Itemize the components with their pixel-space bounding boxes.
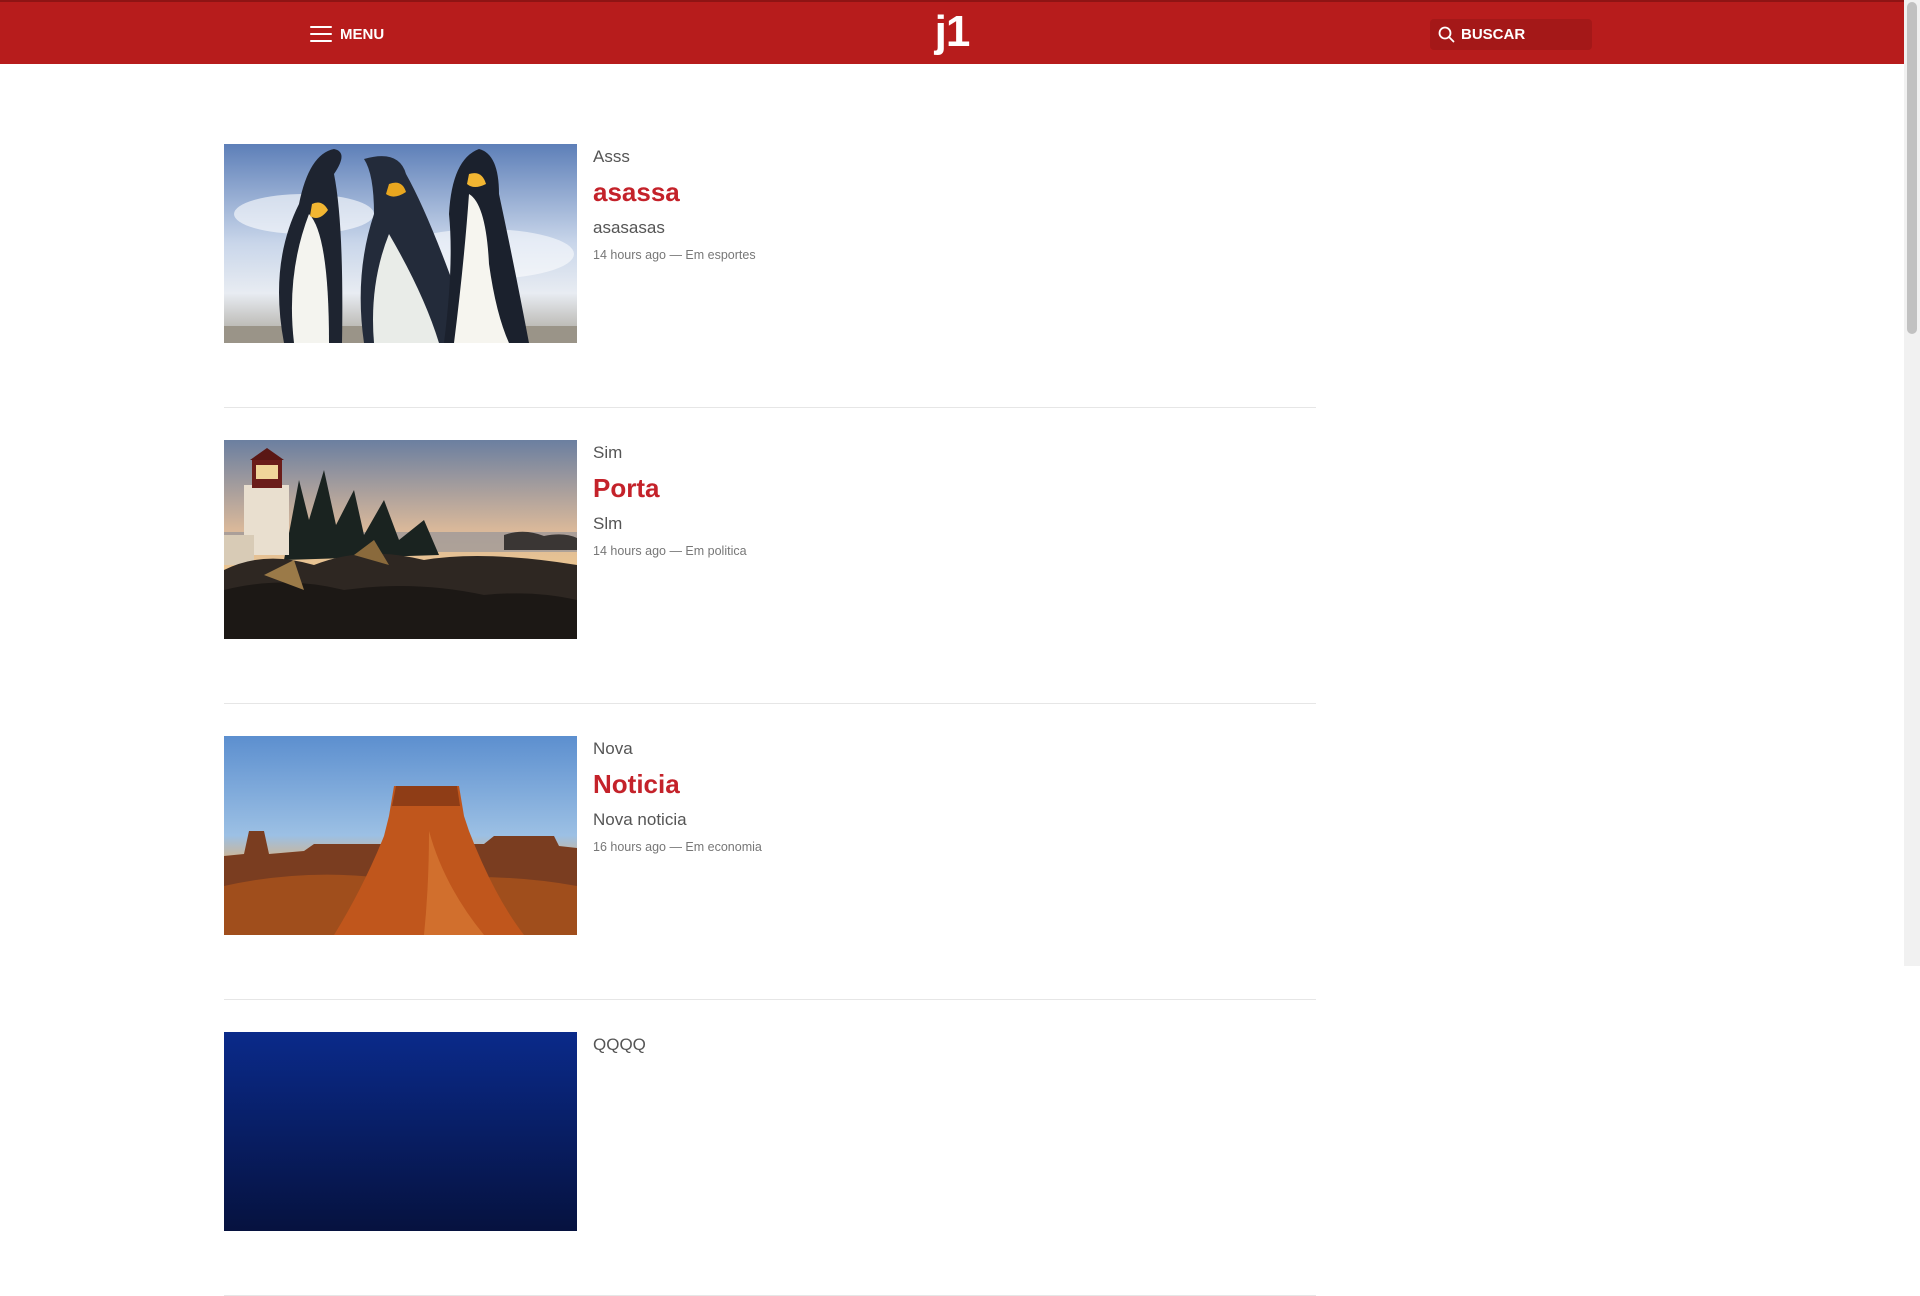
article-meta: 14 hours ago — Em politica (593, 544, 747, 558)
penguins-image (224, 144, 577, 343)
site-logo[interactable]: j1 (930, 6, 974, 58)
article-thumbnail[interactable] (224, 736, 577, 935)
article-text: Sim Porta Slm 14 hours ago — Em politica (593, 440, 747, 558)
article-kicker: Sim (593, 443, 623, 462)
night-city-image (224, 1032, 577, 1231)
hamburger-icon (310, 26, 332, 42)
article-text: Asss asassa asasasas 14 hours ago — Em e… (593, 144, 756, 262)
top-navbar: MENU j1 (0, 0, 1904, 64)
article-summary: Slm (593, 514, 623, 533)
lighthouse-image (224, 440, 577, 639)
news-item: Asss asassa asasasas 14 hours ago — Em e… (224, 144, 1316, 408)
article-title-link[interactable]: Porta (593, 473, 659, 504)
article-thumbnail[interactable] (224, 144, 577, 343)
article-summary: Nova noticia (593, 810, 687, 829)
article-summary: asasasas (593, 218, 665, 237)
news-item: QQQQ (224, 1032, 1316, 1296)
article-kicker: Asss (593, 147, 630, 166)
news-item: Nova Noticia Nova noticia 16 hours ago —… (224, 736, 1316, 1000)
article-thumbnail[interactable] (224, 440, 577, 639)
scrollbar-thumb[interactable] (1907, 2, 1917, 334)
article-text: Nova Noticia Nova noticia 16 hours ago —… (593, 736, 762, 854)
menu-button[interactable]: MENU (310, 22, 384, 46)
search-icon (1438, 26, 1455, 43)
article-thumbnail[interactable] (224, 1032, 577, 1231)
news-item: Sim Porta Slm 14 hours ago — Em politica (224, 440, 1316, 704)
news-feed: Asss asassa asasasas 14 hours ago — Em e… (224, 144, 1316, 1296)
search-input[interactable] (1461, 26, 1581, 43)
article-meta: 16 hours ago — Em economia (593, 840, 762, 854)
desert-mesa-image (224, 736, 577, 935)
article-kicker: QQQQ (593, 1035, 646, 1054)
article-meta: 14 hours ago — Em esportes (593, 248, 756, 262)
page-scrollbar[interactable] (1904, 0, 1920, 966)
article-text: QQQQ (593, 1032, 646, 1083)
article-title-link[interactable]: asassa (593, 177, 680, 208)
menu-label: MENU (340, 25, 385, 43)
search-box[interactable] (1430, 19, 1592, 50)
article-kicker: Nova (593, 739, 633, 758)
article-title-link[interactable]: Noticia (593, 769, 680, 800)
